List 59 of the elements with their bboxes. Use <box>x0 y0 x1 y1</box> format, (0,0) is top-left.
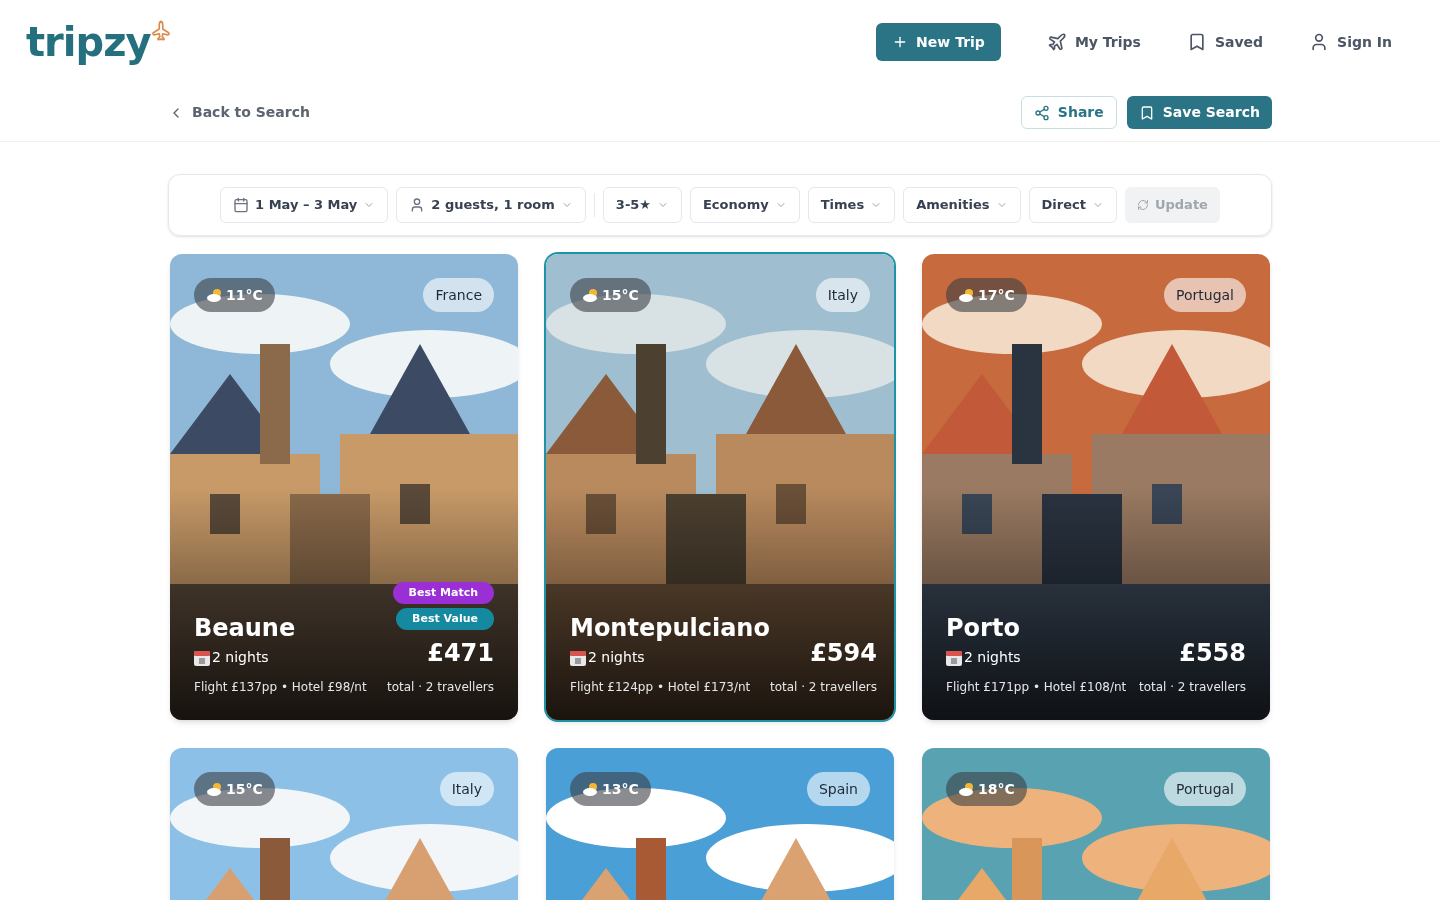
calendar-icon <box>233 197 250 213</box>
weather-badge: 18°C <box>946 772 1027 806</box>
city-name: Porto <box>946 613 1021 643</box>
weather-badge: 15°C <box>570 278 651 312</box>
country-badge: Portugal <box>1164 772 1246 806</box>
share-button[interactable]: Share <box>1020 96 1117 129</box>
cloud-sun-icon <box>582 288 600 302</box>
price-note: total · 2 travellers <box>1138 679 1246 696</box>
nav-link[interactable]: Saved <box>1174 31 1276 53</box>
weather-badge: 17°C <box>946 278 1027 312</box>
city-name: Beaune <box>194 613 297 643</box>
filter-dropdown[interactable]: Economy <box>690 187 800 223</box>
price-breakdown: Flight £171pp • Hotel £108/nt <box>946 679 1127 696</box>
destination-card[interactable]: 15°C Italy Montepulciano 2 nights Flight £124pp • Hotel £173/nt £594 total · 2 travellers <box>546 254 894 720</box>
destination-card[interactable]: 15°C Italy <box>170 748 518 900</box>
country-badge: Italy <box>815 278 870 312</box>
price-breakdown: Flight £137pp • Hotel £98/nt <box>194 679 367 696</box>
destination-card[interactable]: 17°C Portugal Porto 2 nights Flight £171pp • Hotel £108/nt £558 total · 2 travellers <box>922 254 1270 720</box>
total-price: £471 <box>427 638 494 668</box>
country-badge: Spain <box>806 772 870 806</box>
country-badge: Portugal <box>1164 278 1246 312</box>
cloud-sun-icon <box>206 782 224 796</box>
destination-card[interactable]: 11°C France Beaune 2 nights Flight £137pp • Hotel £98/nt Best Match Best Value £471 total · 2 travellers <box>170 254 518 720</box>
nights-text: 2 nights <box>964 648 1021 667</box>
country-badge: Italy <box>439 772 494 806</box>
weather-badge: 13°C <box>570 772 651 806</box>
destination-card[interactable]: 13°C Spain <box>546 748 894 900</box>
filter-dropdown[interactable]: Direct <box>1028 187 1117 223</box>
cloud-sun-icon <box>582 782 600 796</box>
ranking-badge: Best Match <box>392 582 494 604</box>
save-search-button[interactable]: Save Search <box>1126 96 1272 129</box>
new-trip-button[interactable]: New Trip <box>876 23 1001 61</box>
cloud-sun-icon <box>206 288 224 302</box>
filter-dropdown[interactable]: Amenities <box>903 187 1021 223</box>
filter-dropdown[interactable]: Times <box>807 187 896 223</box>
ranking-badge: Best Value <box>396 608 494 630</box>
share-icon <box>1033 104 1050 121</box>
back-link[interactable]: Back to Search <box>168 102 310 123</box>
filter-dropdown[interactable]: 3-5★ <box>602 187 682 223</box>
city-name: Montepulciano <box>570 613 770 643</box>
plane-icon <box>1046 32 1067 52</box>
weather-badge: 15°C <box>194 772 275 806</box>
cloud-sun-icon <box>958 288 976 302</box>
total-price: £558 <box>1179 638 1246 668</box>
country-badge: France <box>423 278 494 312</box>
total-price: £594 <box>810 638 877 668</box>
filter-dropdown[interactable]: 2 guests, 1 room <box>396 187 586 223</box>
filter-dropdown[interactable]: 1 May – 3 May <box>220 187 389 223</box>
nav-link[interactable]: My Trips <box>1034 31 1153 53</box>
nights-text: 2 nights <box>588 648 645 667</box>
refresh-icon <box>1136 199 1149 211</box>
nights-text: 2 nights <box>212 648 269 667</box>
cloud-sun-icon <box>958 782 976 796</box>
nav-link[interactable]: Sign In <box>1297 31 1404 53</box>
price-note: total · 2 travellers <box>386 679 494 696</box>
price-breakdown: Flight £124pp • Hotel £173/nt <box>570 679 752 696</box>
price-note: total · 2 travellers <box>769 679 877 696</box>
weather-badge: 11°C <box>194 278 275 312</box>
destination-card[interactable]: 18°C Portugal <box>922 748 1270 900</box>
